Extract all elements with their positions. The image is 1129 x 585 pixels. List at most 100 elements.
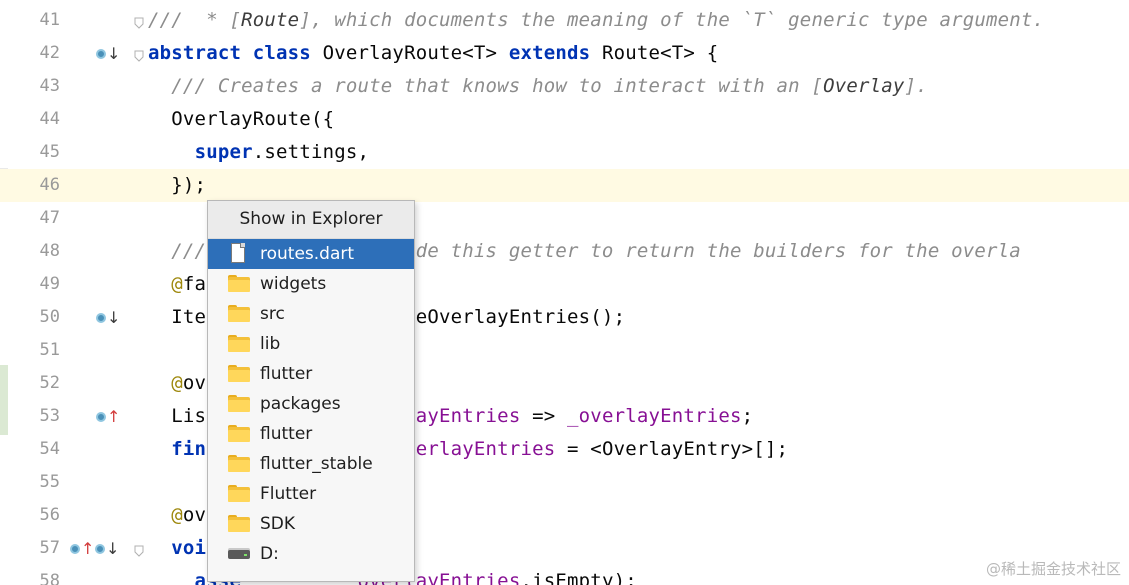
code-line[interactable]: 47 xyxy=(0,202,1129,235)
code-line[interactable]: 54 fin try> _overlayEntries = <OverlayEn… xyxy=(0,433,1129,466)
line-number: 56 xyxy=(39,505,60,525)
code-text: @ov xyxy=(148,367,206,400)
popup-menu-item[interactable]: flutter xyxy=(208,419,414,449)
line-number: 55 xyxy=(39,472,60,492)
code-text: abstract class OverlayRoute<T> extends R… xyxy=(148,37,718,70)
code-token: .isEmpty); xyxy=(520,570,637,585)
line-number: 43 xyxy=(39,76,60,96)
code-token: @ xyxy=(148,504,183,526)
arrow-down-icon[interactable]: ↓ xyxy=(106,540,119,558)
popup-menu-item-label: src xyxy=(260,304,285,324)
code-token: voi xyxy=(148,537,207,559)
code-token: d override this getter to return the bui… xyxy=(322,240,1021,262)
implemented-icon[interactable] xyxy=(95,540,105,558)
code-line[interactable]: 55 xyxy=(0,466,1129,499)
popup-menu-item-label: D: xyxy=(260,544,279,564)
code-line[interactable]: 51 xyxy=(0,334,1129,367)
code-line[interactable]: 57 ↑ ↓ voi xyxy=(0,532,1129,565)
arrow-down-icon[interactable]: ↓ xyxy=(107,45,120,63)
drive-icon xyxy=(228,545,250,563)
popup-menu-item-label: widgets xyxy=(260,274,327,294)
popup-menu-item[interactable]: packages xyxy=(208,389,414,419)
code-token: => xyxy=(520,405,568,427)
code-line[interactable]: 50 ↓ Ite y> createOverlayEntries(); xyxy=(0,301,1129,334)
code-editor[interactable]: 41 /// * [Route], which documents the mea… xyxy=(0,0,1129,585)
arrow-up-icon[interactable]: ↑ xyxy=(107,408,120,426)
code-token: _overlayEntries xyxy=(567,405,742,427)
code-token: Lis xyxy=(148,405,207,427)
fold-marker-icon[interactable] xyxy=(134,542,144,557)
popup-menu-item[interactable]: D: xyxy=(208,539,414,569)
code-line[interactable]: 56 @ov xyxy=(0,499,1129,532)
code-line[interactable]: 43 /// Creates a route that knows how to… xyxy=(0,70,1129,103)
arrow-down-icon[interactable]: ↓ xyxy=(107,309,120,327)
popup-menu-item-label: Flutter xyxy=(260,484,317,504)
popup-title: Show in Explorer xyxy=(208,201,414,239)
line-number: 42 xyxy=(39,43,60,63)
code-token: Overlay xyxy=(823,75,905,97)
code-text: voi xyxy=(148,532,206,565)
code-line[interactable]: 52 @ov xyxy=(0,367,1129,400)
line-number: 58 xyxy=(39,571,60,585)
code-text: OverlayRoute({ xyxy=(148,103,334,136)
folder-icon xyxy=(228,335,250,353)
code-line[interactable]: 44 OverlayRoute({ xyxy=(0,103,1129,136)
code-line[interactable]: 53↑ Lis et overlayEntries => _overlayEnt… xyxy=(0,400,1129,433)
code-token: super xyxy=(194,141,253,163)
popup-menu-item-label: flutter xyxy=(260,424,313,444)
popup-menu-item-label: packages xyxy=(260,394,341,414)
popup-menu-item[interactable]: flutter_stable xyxy=(208,449,414,479)
code-token: @ xyxy=(148,273,183,295)
popup-menu-item[interactable]: routes.dart xyxy=(208,239,414,269)
popup-menu-item[interactable]: SDK xyxy=(208,509,414,539)
code-line[interactable]: 48 /// d override this getter to return … xyxy=(0,235,1129,268)
implemented-icon[interactable] xyxy=(96,309,106,327)
line-number: 45 xyxy=(39,142,60,162)
popup-menu-item-label: SDK xyxy=(260,514,296,534)
implemented-icon[interactable] xyxy=(96,45,106,63)
code-token: ]. xyxy=(904,75,928,97)
popup-menu-item[interactable]: src xyxy=(208,299,414,329)
fold-marker-icon[interactable] xyxy=(134,14,144,29)
line-number: 41 xyxy=(39,10,60,30)
code-token: fa xyxy=(182,273,207,295)
popup-menu-list: routes.dart widgets src lib flutter packages f… xyxy=(208,239,414,569)
code-token: @ xyxy=(148,372,183,394)
code-line[interactable]: 42 ↓ abstract class OverlayRoute<T> extend… xyxy=(0,37,1129,70)
line-number: 44 xyxy=(39,109,60,129)
code-token: ; xyxy=(741,405,754,427)
code-line[interactable]: 58 asse overlayEntries.isEmpty); xyxy=(0,565,1129,585)
overrides-icon[interactable] xyxy=(70,540,80,558)
code-line[interactable]: 46 }); xyxy=(0,169,1129,202)
code-token: OverlayRoute({ xyxy=(148,108,335,130)
popup-menu-item[interactable]: lib xyxy=(208,329,414,359)
line-number: 54 xyxy=(39,439,60,459)
code-token: /// xyxy=(148,240,207,262)
code-token: /// * [ xyxy=(148,9,242,31)
overrides-icon[interactable] xyxy=(96,408,106,426)
line-number: 52 xyxy=(39,373,60,393)
code-text: /// * [Route], which documents the meani… xyxy=(148,4,1044,37)
arrow-up-icon[interactable]: ↑ xyxy=(81,540,94,558)
code-token: /// Creates a route that knows how to in… xyxy=(148,75,824,97)
popup-menu-item-label: lib xyxy=(260,334,281,354)
fold-marker-icon[interactable] xyxy=(134,47,144,62)
popup-menu-item-label: routes.dart xyxy=(260,244,355,264)
code-token: Route<T> { xyxy=(601,42,719,64)
folder-icon xyxy=(228,365,250,383)
popup-menu-item[interactable]: widgets xyxy=(208,269,414,299)
line-number: 47 xyxy=(39,208,60,228)
line-number: 46 xyxy=(39,175,60,195)
code-line[interactable]: 45 super.settings, xyxy=(0,136,1129,169)
code-line[interactable]: 49 @fa xyxy=(0,268,1129,301)
watermark: @稀土掘金技术社区 xyxy=(985,560,1121,578)
popup-menu-item-label: flutter_stable xyxy=(260,454,373,474)
code-token: ov xyxy=(182,372,207,394)
code-text: super.settings, xyxy=(148,136,369,169)
folder-icon xyxy=(228,455,250,473)
popup-menu-item[interactable]: flutter xyxy=(208,359,414,389)
line-number: 51 xyxy=(39,340,60,360)
code-line[interactable]: 41 /// * [Route], which documents the mea… xyxy=(0,4,1129,37)
popup-menu-item[interactable]: Flutter xyxy=(208,479,414,509)
code-token: abstract class xyxy=(148,42,323,64)
